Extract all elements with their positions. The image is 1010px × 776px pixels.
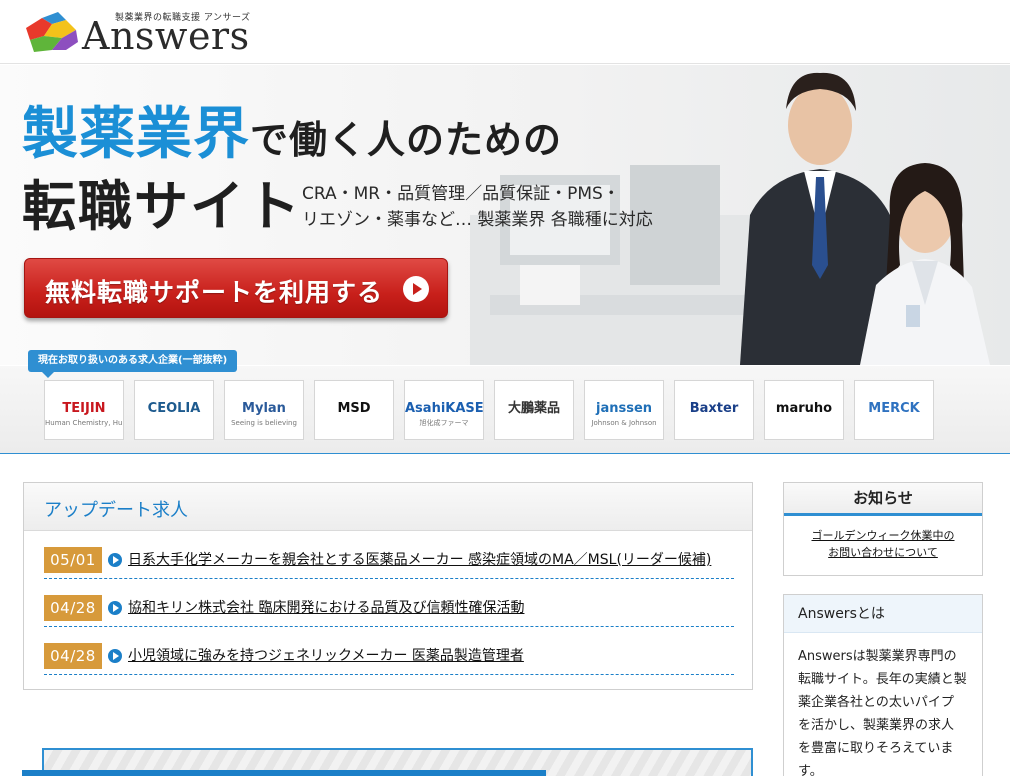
company-logo-name: maruho [775, 401, 833, 416]
arrow-circle-icon [108, 649, 122, 663]
company-logo-name: Baxter [689, 401, 739, 416]
company-logo-name: 大鵬薬品 [507, 401, 560, 416]
company-logo-name: CEOLIA [147, 401, 201, 416]
about-title: Answersとは [784, 595, 982, 633]
business-people-photo [740, 72, 990, 365]
company-logo-tagline: Human Chemistry, Human Solutions [45, 419, 123, 427]
company-logo-card[interactable]: 大鵬薬品 [494, 380, 574, 440]
hero-headline-rest: で働く人のための [250, 118, 563, 162]
feature-banner-bar [22, 770, 546, 776]
about-body: Answersは製薬業界専門の 転職サイト。長年の実績と製 薬企業各社との太いパ… [784, 633, 982, 776]
company-logo-card[interactable]: janssen Johnson & Johnson [584, 380, 664, 440]
company-logo-card[interactable]: MSD [314, 380, 394, 440]
company-logo-card[interactable]: Mylan Seeing is believing [224, 380, 304, 440]
free-support-cta-button[interactable]: 無料転職サポートを利用する [24, 258, 448, 318]
site-logo[interactable]: 製薬業界の転職支援 アンサーズ Answers [22, 6, 272, 58]
news-panel: お知らせ ゴールデンウィーク休業中の お問い合わせについて [783, 482, 983, 576]
company-logos-track: TEIJIN Human Chemistry, Human Solutions CE… [0, 380, 1010, 442]
company-logo-tagline: Johnson & Johnson [591, 419, 657, 427]
puzzle-logo-icon [26, 12, 78, 52]
company-logo-name: janssen [595, 401, 653, 416]
cta-label: 無料転職サポートを利用する [45, 278, 384, 307]
news-link-line2: お問い合わせについて [828, 546, 938, 559]
news-title: お知らせ [784, 483, 982, 516]
hero-headline: 製薬業界で働く人のための [22, 105, 562, 178]
job-link[interactable]: 協和キリン株式会社 臨床開発における品質及び信頼性確保活動 [128, 597, 524, 617]
job-row: 04/28 協和キリン株式会社 臨床開発における品質及び信頼性確保活動 [44, 591, 734, 627]
arrow-circle-icon [108, 553, 122, 567]
update-jobs-panel: アップデート求人 05/01 日系大手化学メーカーを親会社とする医薬品メーカー … [23, 482, 753, 690]
logo-wordmark: Answers [82, 14, 250, 58]
company-logo-tagline: 旭化成ファーマ [419, 419, 469, 427]
company-logo-card[interactable]: TEIJIN Human Chemistry, Human Solutions [44, 380, 124, 440]
hero-subtext-line1: CRA・MR・品質管理／品質保証・PMS・ [302, 184, 620, 204]
hero-subtext: CRA・MR・品質管理／品質保証・PMS・ リエゾン・薬事など… 製薬業界 各職… [302, 181, 653, 233]
about-line: 転職サイト。長年の実績と製 [798, 672, 967, 687]
company-logos-strip: TEIJIN Human Chemistry, Human Solutions CE… [0, 366, 1010, 454]
about-line: 薬企業各社との太いパイプ [798, 695, 954, 710]
job-link[interactable]: 日系大手化学メーカーを親会社とする医薬品メーカー 感染症領域のMA／MSL(リー… [128, 549, 711, 569]
job-row: 05/01 日系大手化学メーカーを親会社とする医薬品メーカー 感染症領域のMA／… [44, 543, 734, 579]
update-jobs-title: アップデート求人 [44, 500, 188, 521]
company-logo-name: MERCK [868, 401, 920, 416]
job-date-badge: 04/28 [44, 643, 102, 669]
company-logo-card[interactable]: AsahiKASEI 旭化成ファーマ [404, 380, 484, 440]
site-header: 製薬業界の転職支援 アンサーズ Answers [0, 0, 1010, 64]
job-row: 04/28 小児領域に強みを持つジェネリックメーカー 医薬品製造管理者 [44, 639, 734, 675]
job-date-badge: 05/01 [44, 547, 102, 573]
hero-subtext-line2: リエゾン・薬事など… 製薬業界 各職種に対応 [302, 210, 653, 230]
company-logo-name: MSD [337, 401, 371, 416]
company-logo-card[interactable]: Baxter [674, 380, 754, 440]
about-line: Answersは製薬業界専門の [798, 649, 957, 664]
update-jobs-header: アップデート求人 [24, 483, 752, 531]
company-logo-card[interactable]: MERCK [854, 380, 934, 440]
hero-headline-line2: 転職サイト [22, 175, 302, 238]
arrow-circle-icon [108, 601, 122, 615]
job-link[interactable]: 小児領域に強みを持つジェネリックメーカー 医薬品製造管理者 [128, 645, 524, 665]
company-logo-tagline: Seeing is believing [231, 419, 297, 427]
company-logo-name: TEIJIN [62, 401, 106, 416]
about-line: を活かし、製薬業界の求人 [798, 718, 955, 733]
news-link-line1: ゴールデンウィーク休業中の [811, 529, 955, 542]
hero-banner: 製薬業界で働く人のための 転職サイト CRA・MR・品質管理／品質保証・PMS・… [0, 65, 1010, 365]
job-date-badge: 04/28 [44, 595, 102, 621]
about-line: を豊富に取りそろえていま [798, 741, 954, 756]
company-section-tag: 現在お取り扱いのある求人企業(一部抜粋) [28, 350, 238, 378]
company-logo-card[interactable]: CEOLIA [134, 380, 214, 440]
company-logo-name: Mylan [242, 401, 286, 416]
hero-headline-highlight: 製薬業界 [22, 102, 250, 167]
news-link-golden-week[interactable]: ゴールデンウィーク休業中の お問い合わせについて [784, 527, 982, 561]
about-line: す。 [798, 764, 823, 776]
company-logo-card[interactable]: maruho [764, 380, 844, 440]
company-logo-name: AsahiKASEI [405, 401, 484, 416]
about-panel: Answersとは Answersは製薬業界専門の 転職サイト。長年の実績と製 … [783, 594, 983, 776]
play-arrow-icon [403, 276, 429, 302]
